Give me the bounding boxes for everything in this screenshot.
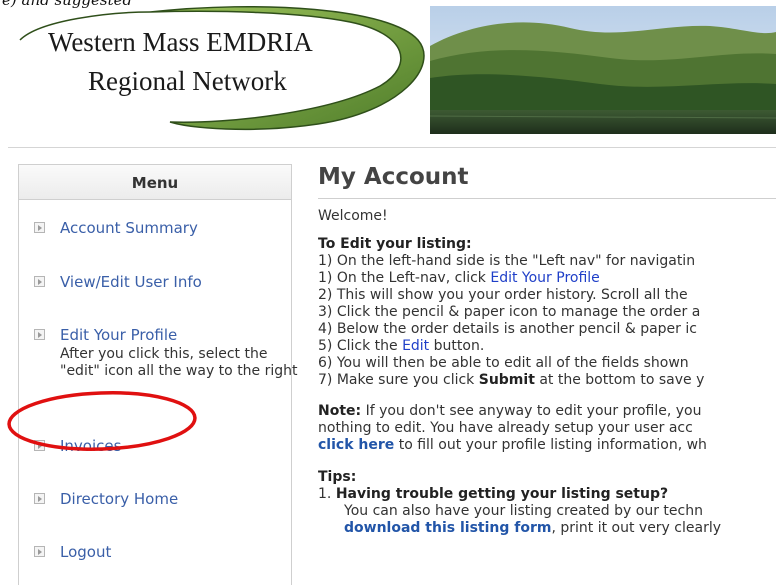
org-name-line2: Regional Network	[88, 66, 287, 96]
menu-title: Menu	[19, 165, 291, 200]
tip-1-text: You can also have your listing created b…	[344, 503, 703, 519]
sidebar-item-label[interactable]: Account Summary	[60, 219, 198, 237]
arrow-bullet-icon	[34, 546, 45, 557]
tip-1-text-2: download this listing form, print it out…	[344, 520, 722, 536]
arrow-bullet-icon	[34, 276, 45, 287]
sidebar-item-label[interactable]: Edit Your Profile	[60, 326, 177, 344]
main-content: My Account Welcome! To Edit your listing…	[318, 164, 776, 577]
welcome-text: Welcome!	[318, 208, 388, 224]
page-title: My Account	[318, 164, 469, 190]
sidebar-item-label[interactable]: Logout	[60, 543, 111, 561]
note-line-2: nothing to edit. You have already setup …	[318, 420, 693, 436]
download-listing-form-link[interactable]: download this listing form	[344, 520, 551, 536]
tip-1-title: 1. Having trouble getting your listing s…	[318, 486, 669, 502]
header-divider	[8, 147, 776, 148]
arrow-bullet-icon	[34, 493, 45, 504]
step-7: 7) Make sure you click Submit at the bot…	[318, 372, 705, 388]
note-line-1: Note: If you don't see anyway to edit yo…	[318, 403, 702, 419]
sidebar-menu: Menu Account Summary View/Edit User Info…	[18, 164, 298, 585]
step-1a: 1) On the left-hand side is the "Left na…	[318, 253, 696, 269]
edit-profile-note: After you click this, select the "edit" …	[60, 346, 298, 379]
edit-heading: To Edit your listing:	[318, 236, 472, 252]
step-2: 2) This will show you your order history…	[318, 287, 688, 303]
note-line-3: click here to fill out your profile list…	[318, 437, 707, 453]
click-here-link[interactable]: click here	[318, 437, 394, 453]
org-name-line1: Western Mass EMDRIA	[48, 27, 313, 57]
edit-button-link[interactable]: Edit	[402, 338, 429, 354]
banner-landscape-image	[430, 6, 776, 134]
arrow-bullet-icon	[34, 222, 45, 233]
site-header: e) and suggested Western Mass EMDRIA Reg…	[0, 0, 776, 140]
edit-your-profile-link[interactable]: Edit Your Profile	[490, 270, 599, 286]
sidebar-item-label[interactable]: View/Edit User Info	[60, 273, 202, 291]
title-divider	[318, 198, 776, 199]
step-5: 5) Click the Edit button.	[318, 338, 485, 354]
step-3: 3) Click the pencil & paper icon to mana…	[318, 304, 701, 320]
red-annotation-circle	[7, 391, 197, 451]
tips-heading: Tips:	[318, 469, 357, 485]
sidebar-item-label[interactable]: Directory Home	[60, 490, 178, 508]
step-4: 4) Below the order details is another pe…	[318, 321, 697, 337]
step-1b: 1) On the Left-nav, click Edit Your Prof…	[318, 270, 600, 286]
arrow-bullet-icon	[34, 329, 45, 340]
step-6: 6) You will then be able to edit all of …	[318, 355, 689, 371]
